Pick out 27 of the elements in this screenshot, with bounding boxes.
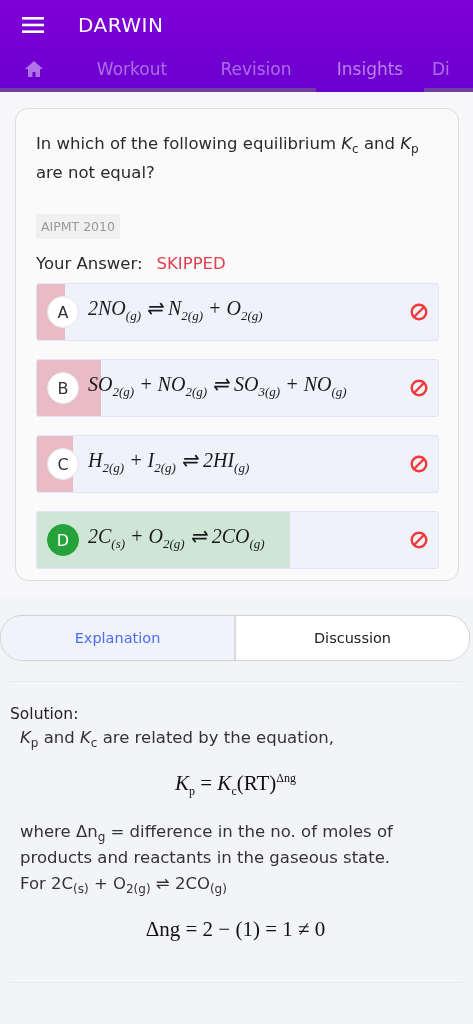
solution-text: For 2C$_{(s)}$ + O$_{2(g)}$ ⇌ 2CO$_{(g)}$ bbox=[19, 873, 228, 898]
option-row[interactable]: C H$_{2(g)}$ + I$_{2(g)}$ ⇌ 2HI$_{(g)}$ bbox=[36, 435, 439, 493]
answer-status: SKIPPED bbox=[156, 254, 226, 273]
blocked-icon bbox=[410, 531, 428, 549]
solution-text: where Δn$_{g}$ = difference in the no. of moles of products and reactants in the gaseous state. bbox=[19, 821, 394, 870]
option-text: 2NO$_{(g)}$ ⇌ N$_{2(g)}$ + O$_{2(g)}$ bbox=[88, 296, 264, 325]
option-row[interactable]: D 2C$_{(s)}$ + O$_{2(g)}$ ⇌ 2CO$_{(g)}$ bbox=[36, 511, 439, 569]
home-icon bbox=[25, 61, 43, 77]
solution-heading: Solution: bbox=[10, 705, 80, 723]
blocked-icon bbox=[410, 455, 428, 473]
detail-tab[interactable]: Discussion bbox=[236, 616, 469, 660]
exam-tag: AIPMT 2010 bbox=[36, 214, 120, 239]
menu-icon[interactable] bbox=[22, 17, 44, 33]
detail-tab[interactable]: Explanation bbox=[1, 616, 236, 660]
solution-text: K$_{p}$ and K$_{c}$ are related by the equation, bbox=[19, 727, 336, 751]
option-text: 2C$_{(s)}$ + O$_{2(g)}$ ⇌ 2CO$_{(g)}$ bbox=[88, 524, 266, 553]
blocked-icon bbox=[410, 379, 428, 397]
blocked-icon bbox=[410, 303, 428, 321]
question-text: In which of the following equilibrium K$_{c}$ and K$_{p}$ are not equal? bbox=[36, 133, 420, 184]
option-text: SO$_{2(g)}$ + NO$_{2(g)}$ ⇌ SO$_{3(g)}$ + NO$_{(g)}$ bbox=[88, 372, 348, 401]
answer-label: Your Answer: bbox=[36, 254, 143, 273]
app-title: DARWIN bbox=[78, 13, 164, 37]
equation: Δng = 2 − (1) = 1 ≠ 0 bbox=[144, 917, 327, 943]
equation: K$_{p}$ = K$_{c}$(RT)$^{Δng}$ bbox=[174, 771, 297, 798]
option-text: H$_{2(g)}$ + I$_{2(g)}$ ⇌ 2HI$_{(g)}$ bbox=[88, 448, 251, 477]
option-row[interactable]: B SO$_{2(g)}$ + NO$_{2(g)}$ ⇌ SO$_{3(g)}$ + NO$_{(g)}$ bbox=[36, 359, 439, 417]
option-row[interactable]: A 2NO$_{(g)}$ ⇌ N$_{2(g)}$ + O$_{2(g)}$ bbox=[36, 283, 439, 341]
